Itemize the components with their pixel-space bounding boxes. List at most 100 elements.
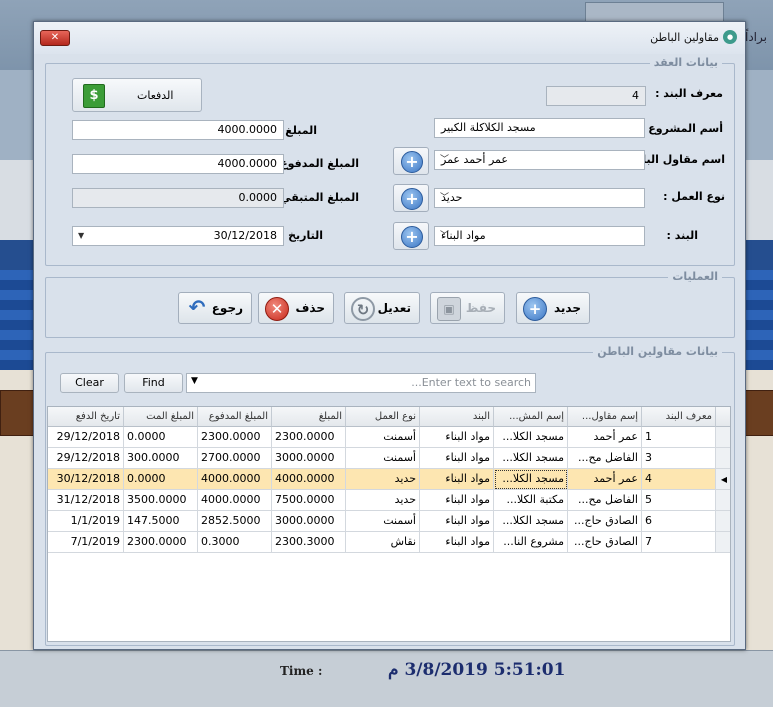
cell-subcontractor[interactable]: عمر أحمد [568, 469, 642, 490]
cell-project[interactable]: مسجد الكلا... [494, 448, 568, 469]
row-indicator[interactable] [716, 427, 730, 448]
subcontractor-select[interactable]: عمر أحمد عمر ﹀ [434, 150, 645, 170]
column-header[interactable]: المبلغ المت [124, 407, 198, 427]
cell-amount[interactable]: 3000.0000 [272, 448, 346, 469]
column-header[interactable]: المبلغ [272, 407, 346, 427]
cell-item[interactable]: مواد البناء [420, 490, 494, 511]
date-picker[interactable]: 30/12/2018 ▼ [72, 226, 284, 246]
cell-amount[interactable]: 2300.3000 [272, 532, 346, 553]
cell-remaining[interactable]: 2300.0000 [124, 532, 198, 553]
cell-project[interactable]: مسجد الكلا... [494, 469, 568, 490]
edit-button[interactable]: ↻ تعديل [344, 292, 420, 324]
cell-remaining[interactable]: 3500.0000 [124, 490, 198, 511]
clear-button[interactable]: Clear [60, 373, 119, 393]
cell-remaining[interactable]: 300.0000 [124, 448, 198, 469]
cell-payment-date[interactable]: 30/12/2018 [48, 469, 124, 490]
cell-item[interactable]: مواد البناء [420, 511, 494, 532]
row-indicator[interactable] [716, 448, 730, 469]
add-item-button[interactable]: + [393, 222, 429, 250]
table-row[interactable]: 3 الفاضل مح... مسجد الكلا... مواد البناء أسم… [48, 448, 730, 469]
item-id-field[interactable]: 4 [546, 86, 646, 106]
cell-item-id[interactable]: 5 [642, 490, 716, 511]
cell-paid[interactable]: 4000.0000 [198, 490, 272, 511]
cell-amount[interactable]: 3000.0000 [272, 511, 346, 532]
cell-work-type[interactable]: حديد [346, 469, 420, 490]
table-row[interactable]: 1 عمر أحمد مسجد الكلا... مواد البناء أسمنت 23… [48, 427, 730, 448]
back-button[interactable]: ↶ رجوع [178, 292, 252, 324]
cell-subcontractor[interactable]: الصادق حاج... [568, 511, 642, 532]
cell-amount[interactable]: 4000.0000 [272, 469, 346, 490]
work-type-select[interactable]: حديد ﹀ [434, 188, 645, 208]
cell-payment-date[interactable]: 29/12/2018 [48, 448, 124, 469]
amount-field[interactable]: 4000.0000 [72, 120, 284, 140]
column-header[interactable]: البند [420, 407, 494, 427]
status-bar [0, 650, 773, 707]
cell-amount[interactable]: 2300.0000 [272, 427, 346, 448]
column-header[interactable]: نوع العمل [346, 407, 420, 427]
column-header[interactable]: معرف البند [642, 407, 716, 427]
row-indicator[interactable] [716, 532, 730, 553]
cell-payment-date[interactable]: 1/1/2019 [48, 511, 124, 532]
cell-subcontractor[interactable]: عمر أحمد [568, 427, 642, 448]
add-work-type-button[interactable]: + [393, 184, 429, 212]
add-subcontractor-button[interactable]: + [393, 147, 429, 175]
subcontractors-grid[interactable]: معرف البند إسم مقاول... إسم المش... البن… [47, 406, 731, 642]
cell-project[interactable]: مشروع النا... [494, 532, 568, 553]
column-header[interactable]: إسم المش... [494, 407, 568, 427]
cell-item-id[interactable]: 1 [642, 427, 716, 448]
cell-subcontractor[interactable]: الفاضل مح... [568, 448, 642, 469]
save-button[interactable]: ▣ حفظ [430, 292, 505, 324]
remaining-field[interactable]: 0.0000 [72, 188, 284, 208]
find-button[interactable]: Find [124, 373, 183, 393]
cell-amount[interactable]: 7500.0000 [272, 490, 346, 511]
cell-item[interactable]: مواد البناء [420, 448, 494, 469]
new-button[interactable]: + جديد [516, 292, 590, 324]
cell-item-id[interactable]: 4 [642, 469, 716, 490]
item-select[interactable]: مواد البناء ﹀ [434, 226, 645, 246]
cell-project[interactable]: مسجد الكلا... [494, 427, 568, 448]
cell-project[interactable]: مسجد الكلا... [494, 511, 568, 532]
project-field[interactable]: مسجد الكلاكلة الكبير [434, 118, 645, 138]
paid-field[interactable]: 4000.0000 [72, 154, 284, 174]
table-row[interactable]: 6 الصادق حاج... مسجد الكلا... مواد البناء أس… [48, 511, 730, 532]
cell-paid[interactable]: 2300.0000 [198, 427, 272, 448]
cell-work-type[interactable]: أسمنت [346, 448, 420, 469]
cell-item[interactable]: مواد البناء [420, 427, 494, 448]
cell-item-id[interactable]: 3 [642, 448, 716, 469]
cell-work-type[interactable]: أسمنت [346, 511, 420, 532]
delete-button[interactable]: ✕ حذف [258, 292, 334, 324]
search-input[interactable]: ▼ ...Enter text to search [186, 373, 536, 393]
cell-item[interactable]: مواد البناء [420, 469, 494, 490]
cell-paid[interactable]: 4000.0000 [198, 469, 272, 490]
table-row[interactable]: 7 الصادق حاج... مشروع النا... مواد البناء نق… [48, 532, 730, 553]
cell-item-id[interactable]: 6 [642, 511, 716, 532]
table-row[interactable]: ◀ 4 عمر أحمد مسجد الكلا... مواد البناء حديد 40… [48, 469, 730, 490]
cell-paid[interactable]: 0.3000 [198, 532, 272, 553]
payments-button[interactable]: $ الدفعات [72, 78, 202, 112]
row-indicator[interactable]: ◀ [716, 469, 730, 490]
cell-paid[interactable]: 2852.5000 [198, 511, 272, 532]
cell-project[interactable]: مكتبة الكلا... [494, 490, 568, 511]
table-row[interactable]: 5 الفاضل مح... مكتبة الكلا... مواد البناء حد… [48, 490, 730, 511]
row-indicator[interactable] [716, 490, 730, 511]
cell-payment-date[interactable]: 31/12/2018 [48, 490, 124, 511]
cell-payment-date[interactable]: 7/1/2019 [48, 532, 124, 553]
column-header[interactable]: إسم مقاول... [568, 407, 642, 427]
cell-work-type[interactable]: نقاش [346, 532, 420, 553]
cell-item-id[interactable]: 7 [642, 532, 716, 553]
cell-work-type[interactable]: أسمنت [346, 427, 420, 448]
column-header[interactable]: المبلغ المدفوع [198, 407, 272, 427]
column-header[interactable]: تاريخ الدفع [48, 407, 124, 427]
cell-payment-date[interactable]: 29/12/2018 [48, 427, 124, 448]
row-indicator[interactable] [716, 511, 730, 532]
plus-icon: + [401, 226, 423, 248]
cell-work-type[interactable]: حديد [346, 490, 420, 511]
close-button[interactable]: ✕ [40, 30, 70, 46]
cell-remaining[interactable]: 147.5000 [124, 511, 198, 532]
cell-item[interactable]: مواد البناء [420, 532, 494, 553]
cell-paid[interactable]: 2700.0000 [198, 448, 272, 469]
cell-subcontractor[interactable]: الصادق حاج... [568, 532, 642, 553]
cell-subcontractor[interactable]: الفاضل مح... [568, 490, 642, 511]
cell-remaining[interactable]: 0.0000 [124, 427, 198, 448]
cell-remaining[interactable]: 0.0000 [124, 469, 198, 490]
